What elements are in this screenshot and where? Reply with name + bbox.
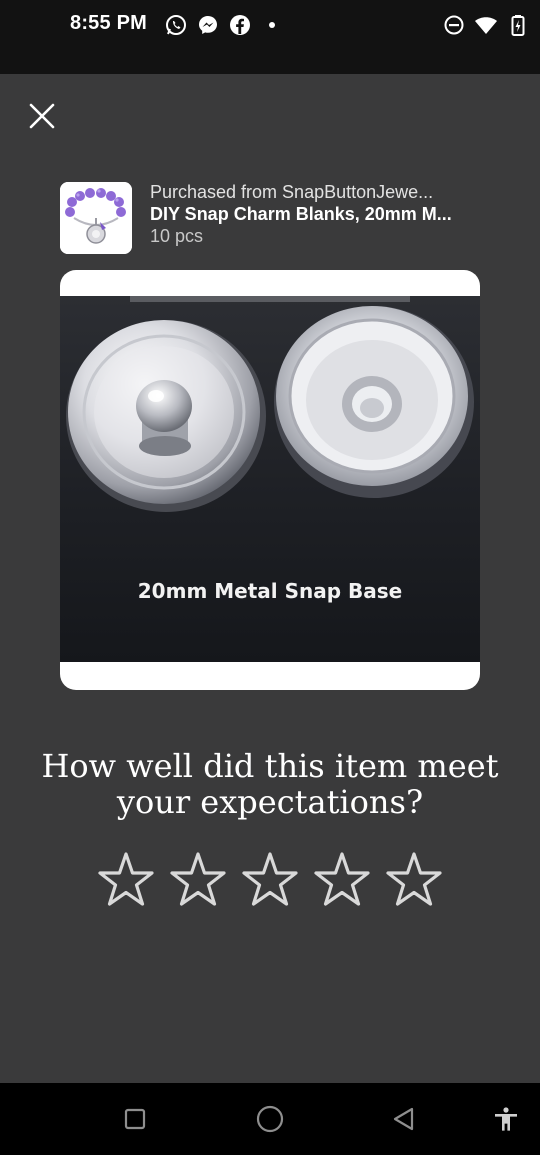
star-icon xyxy=(98,852,154,906)
item-quantity: 10 pcs xyxy=(150,226,204,246)
star-icon xyxy=(242,852,298,906)
circle-icon xyxy=(256,1105,284,1133)
navigation-bar xyxy=(0,1083,540,1155)
star-rating xyxy=(90,846,450,916)
snap-bases-illustration xyxy=(66,296,474,512)
close-button[interactable] xyxy=(24,98,60,134)
system-icons xyxy=(442,12,530,38)
star-icon xyxy=(386,852,442,906)
rating-question: How well did this item meet your expecta… xyxy=(41,747,499,821)
messenger-icon xyxy=(196,13,220,37)
facebook-icon xyxy=(228,13,252,37)
star-icon xyxy=(170,852,226,906)
star-icon xyxy=(314,852,370,906)
wifi-icon xyxy=(474,13,498,37)
recents-button[interactable] xyxy=(119,1103,151,1135)
photo-caption: 20mm Metal Snap Base xyxy=(137,579,403,603)
do-not-disturb-icon xyxy=(442,13,466,37)
notification-dot-icon xyxy=(260,13,284,37)
notification-icons xyxy=(164,12,284,38)
triangle-back-icon xyxy=(393,1107,414,1131)
home-button[interactable] xyxy=(254,1103,286,1135)
battery-charging-icon xyxy=(506,13,530,37)
star-5-button[interactable] xyxy=(378,846,450,916)
item-thumbnail xyxy=(60,182,132,254)
accessibility-button[interactable] xyxy=(490,1103,522,1135)
star-2-button[interactable] xyxy=(162,846,234,916)
product-image-card: 20mm Metal Snap Base xyxy=(60,270,480,690)
item-title: DIY Snap Charm Blanks, 20mm M... xyxy=(150,204,452,224)
whatsapp-icon xyxy=(164,13,188,37)
status-time: 8:55 PM xyxy=(70,12,147,34)
star-3-button[interactable] xyxy=(234,846,306,916)
star-4-button[interactable] xyxy=(306,846,378,916)
close-icon xyxy=(29,103,55,129)
star-1-button[interactable] xyxy=(90,846,162,916)
accessibility-icon xyxy=(495,1107,517,1131)
purchased-from-text: Purchased from SnapButtonJewe... xyxy=(150,182,434,202)
back-button[interactable] xyxy=(388,1103,420,1135)
status-bar: 8:55 PM xyxy=(0,0,540,74)
square-icon xyxy=(124,1108,146,1130)
product-photo: 20mm Metal Snap Base xyxy=(60,296,480,662)
